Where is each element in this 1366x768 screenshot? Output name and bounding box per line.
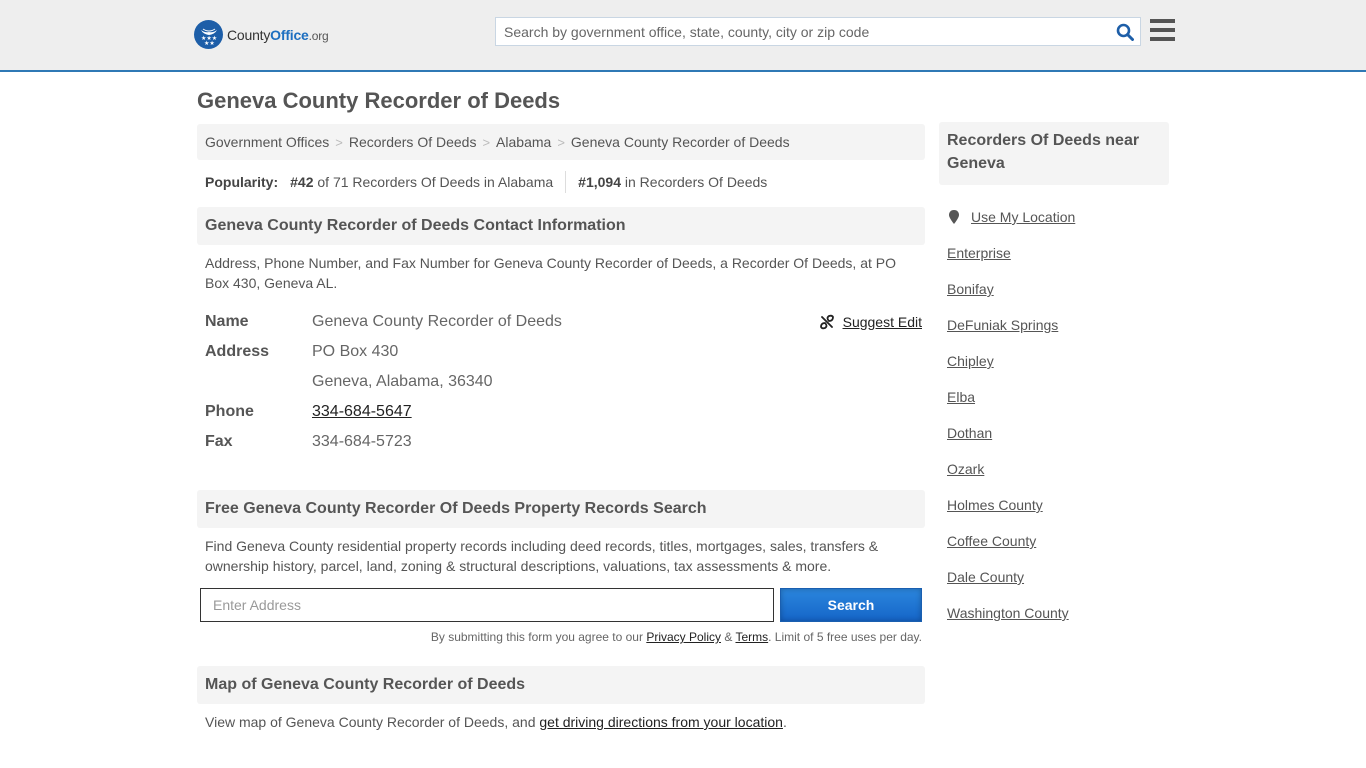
list-item: Bonifay: [947, 271, 1169, 307]
list-item: Elba: [947, 379, 1169, 415]
fax-value: 334-684-5723: [312, 433, 412, 450]
nearby-link-enterprise[interactable]: Enterprise: [947, 245, 1011, 261]
map-description: View map of Geneva County Recorder of De…: [205, 714, 787, 730]
popularity-label: Popularity:: [205, 174, 279, 190]
property-search-button[interactable]: Search: [780, 588, 922, 622]
logo-wordmark: CountyOffice.org: [227, 26, 329, 43]
nearby-link-chipley[interactable]: Chipley: [947, 353, 994, 369]
contact-row-phone: Phone 334-684-5647: [205, 397, 917, 427]
nearby-link-elba[interactable]: Elba: [947, 389, 975, 405]
nearby-link-dale-county[interactable]: Dale County: [947, 569, 1024, 585]
national-rank: #1,094: [578, 174, 621, 190]
breadcrumb-alabama[interactable]: Alabama: [496, 134, 551, 150]
nearby-sidebar: Recorders Of Deeds near Geneva Use My Lo…: [939, 122, 1169, 631]
breadcrumb-recorders-of-deeds[interactable]: Recorders Of Deeds: [349, 134, 477, 150]
nearby-link-defuniak-springs[interactable]: DeFuniak Springs: [947, 317, 1058, 333]
map-section-heading: Map of Geneva County Recorder of Deeds: [197, 666, 925, 704]
suggest-edit-label: Suggest Edit: [842, 314, 922, 330]
nearby-link-coffee-county[interactable]: Coffee County: [947, 533, 1036, 549]
site-search-input[interactable]: [496, 18, 1110, 45]
map-pin-icon: [949, 210, 959, 224]
address-line1: PO Box 430: [312, 343, 399, 360]
contact-info: Suggest Edit Name Geneva County Recorder…: [197, 293, 925, 457]
search-icon[interactable]: [1110, 18, 1140, 45]
contact-row-fax: Fax 334-684-5723: [205, 427, 917, 457]
breadcrumb-government-offices[interactable]: Government Offices: [205, 134, 329, 150]
site-search: [495, 17, 1141, 46]
list-item: Dothan: [947, 415, 1169, 451]
popularity-divider: [565, 171, 567, 193]
national-rank-text: in Recorders Of Deeds: [621, 174, 768, 190]
breadcrumb-current-page[interactable]: Geneva County Recorder of Deeds: [571, 134, 790, 150]
broken-link-icon: [819, 314, 834, 330]
main-content: Government Offices > Recorders Of Deeds …: [197, 124, 925, 732]
site-logo[interactable]: ★★★ ★★ CountyOffice.org: [194, 20, 329, 49]
list-item: Washington County: [947, 595, 1169, 631]
eagle-stars-logo-icon: ★★★ ★★: [194, 20, 223, 49]
contact-description: Address, Phone Number, and Fax Number fo…: [205, 255, 897, 291]
state-rank: #42: [290, 174, 314, 190]
page-title: Geneva County Recorder of Deeds: [197, 88, 561, 113]
hamburger-menu-icon[interactable]: [1150, 19, 1175, 41]
list-item: Ozark: [947, 451, 1169, 487]
terms-link[interactable]: Terms: [735, 630, 768, 644]
nearby-link-holmes-county[interactable]: Holmes County: [947, 497, 1043, 513]
list-item: DeFuniak Springs: [947, 307, 1169, 343]
list-item: Chipley: [947, 343, 1169, 379]
contact-row-name: Name Geneva County Recorder of Deeds: [205, 307, 917, 337]
list-item: Enterprise: [947, 235, 1169, 271]
list-item: Coffee County: [947, 523, 1169, 559]
suggest-edit-link[interactable]: Suggest Edit: [819, 314, 922, 330]
use-my-location-item: Use My Location: [947, 199, 1169, 235]
breadcrumb-separator-icon: >: [335, 134, 343, 150]
contact-row-address-2: Geneva, Alabama, 36340: [205, 367, 917, 397]
property-section-heading: Free Geneva County Recorder Of Deeds Pro…: [197, 490, 925, 528]
address-input[interactable]: [200, 588, 774, 622]
list-item: Holmes County: [947, 487, 1169, 523]
breadcrumb: Government Offices > Recorders Of Deeds …: [197, 124, 925, 160]
contact-row-address: Address PO Box 430: [205, 337, 917, 367]
nearby-link-ozark[interactable]: Ozark: [947, 461, 984, 477]
nearby-link-dothan[interactable]: Dothan: [947, 425, 992, 441]
driving-directions-link[interactable]: get driving directions from your locatio…: [539, 714, 783, 730]
sidebar-heading: Recorders Of Deeds near Geneva: [939, 122, 1169, 185]
nearby-link-bonifay[interactable]: Bonifay: [947, 281, 994, 297]
privacy-policy-link[interactable]: Privacy Policy: [646, 630, 721, 644]
use-my-location-link[interactable]: Use My Location: [971, 209, 1075, 225]
breadcrumb-separator-icon: >: [557, 134, 565, 150]
address-label: Address: [205, 343, 270, 360]
phone-label: Phone: [205, 403, 254, 420]
nearby-link-washington-county[interactable]: Washington County: [947, 605, 1069, 621]
site-header: ★★★ ★★ CountyOffice.org: [0, 0, 1366, 72]
phone-link[interactable]: 334-684-5647: [312, 403, 412, 420]
form-disclaimer: By submitting this form you agree to our…: [430, 630, 922, 644]
list-item: Dale County: [947, 559, 1169, 595]
popularity-bar: Popularity: #42 of 71 Recorders Of Deeds…: [197, 160, 925, 204]
svg-text:★★: ★★: [204, 40, 215, 46]
name-label: Name: [205, 313, 249, 330]
breadcrumb-separator-icon: >: [482, 134, 491, 150]
contact-section-heading: Geneva County Recorder of Deeds Contact …: [197, 207, 925, 245]
property-search-form: Search: [197, 588, 925, 622]
name-value: Geneva County Recorder of Deeds: [312, 313, 562, 330]
fax-label: Fax: [205, 433, 233, 450]
property-description: Find Geneva County residential property …: [205, 538, 879, 574]
address-line2: Geneva, Alabama, 36340: [312, 373, 493, 390]
nearby-list: Use My Location Enterprise Bonifay DeFun…: [939, 199, 1169, 631]
state-rank-text: of 71 Recorders Of Deeds in Alabama: [313, 174, 554, 190]
